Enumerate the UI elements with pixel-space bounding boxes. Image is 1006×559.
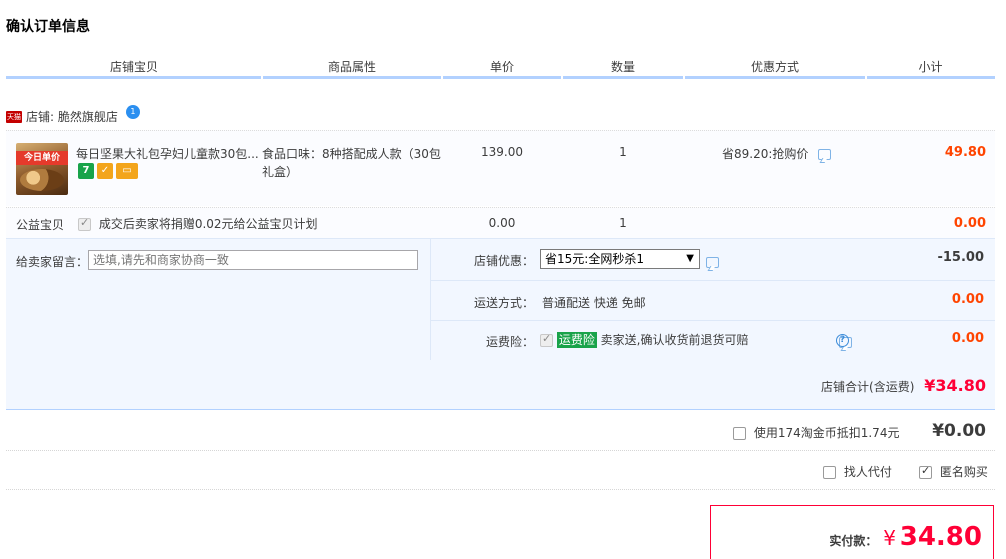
insurance-amount: 0.00 bbox=[951, 331, 984, 346]
proxy-pay-label: 找人代付 bbox=[843, 465, 892, 479]
divider bbox=[431, 280, 995, 281]
charity-quantity: 1 bbox=[619, 216, 627, 230]
insurance-label: 运费险： bbox=[486, 335, 535, 349]
shipping-method: 普通配送 快递 免邮 bbox=[542, 296, 646, 310]
item-unit-price: 139.00 bbox=[481, 145, 523, 159]
col-header-discount: 优惠方式 bbox=[750, 60, 799, 74]
seven-day-return-icon[interactable]: 7 bbox=[78, 163, 94, 179]
shop-total-label: 店铺合计(含运费) bbox=[821, 380, 915, 394]
shipping-label: 运送方式： bbox=[474, 296, 535, 310]
header-underline bbox=[6, 76, 261, 79]
proxy-pay-option[interactable]: 找人代付 bbox=[823, 463, 892, 480]
shop-total: 店铺合计(含运费) ¥34.80 bbox=[700, 376, 986, 395]
message-icon[interactable] bbox=[706, 257, 719, 268]
item-quantity: 1 bbox=[619, 145, 627, 159]
shop-discount-select[interactable]: 省15元:全网秒杀1 ▼ bbox=[540, 249, 700, 269]
product-title-link[interactable]: 每日坚果大礼包孕妇儿童款30包... bbox=[76, 145, 258, 162]
item-discount-text: 省89.20:抢购价 bbox=[722, 147, 809, 161]
header-underline bbox=[867, 76, 995, 79]
shop-discount-amount: -15.00 bbox=[937, 250, 984, 265]
col-header-attr: 商品属性 bbox=[327, 60, 376, 74]
col-header-item: 店铺宝贝 bbox=[109, 60, 158, 74]
item-subtotal: 49.80 bbox=[944, 145, 986, 160]
card-icon[interactable]: ▭ bbox=[116, 163, 138, 179]
message-label: 给卖家留言： bbox=[16, 255, 89, 269]
divider bbox=[6, 489, 995, 490]
help-icon[interactable]: ? bbox=[836, 334, 849, 347]
payment-label: 实付款： bbox=[829, 534, 878, 548]
charity-price: 0.00 bbox=[488, 216, 516, 230]
nuts-image bbox=[20, 169, 64, 191]
product-attribute: 食品口味：8种搭配成人款（30包礼盒） bbox=[262, 147, 441, 179]
message-icon[interactable] bbox=[818, 149, 832, 160]
shop-total-value: ¥34.80 bbox=[924, 376, 986, 395]
col-header-subtotal: 小计 bbox=[918, 60, 943, 74]
shop-discount-label: 店铺优惠： bbox=[474, 254, 535, 268]
charity-subtotal: 0.00 bbox=[953, 216, 986, 231]
shop-discount-selected: 省15元:全网秒杀1 bbox=[545, 252, 644, 266]
anonymous-checkbox[interactable] bbox=[919, 464, 932, 479]
thumbnail-banner-text: 今日单价 bbox=[16, 151, 68, 165]
charity-text: 成交后卖家将捐赠0.02元给公益宝贝计划 bbox=[98, 217, 318, 231]
payment-currency: ¥ bbox=[883, 526, 896, 550]
divider bbox=[431, 320, 995, 321]
coins-value: ¥0.00 bbox=[932, 421, 986, 441]
header-underline bbox=[685, 76, 865, 79]
insurance-text: 卖家送,确认收货前退货可赔 bbox=[600, 333, 749, 347]
message-input[interactable] bbox=[88, 250, 418, 270]
anonymous-label: 匿名购买 bbox=[939, 465, 988, 479]
item-discount-info: 省89.20:抢购价 bbox=[722, 145, 832, 162]
dropdown-arrow-icon: ▼ bbox=[686, 253, 694, 264]
tmall-icon: 天猫 bbox=[6, 110, 22, 123]
col-header-price: 单价 bbox=[489, 60, 514, 74]
payment-value: 34.80 bbox=[899, 522, 982, 552]
col-header-qty: 数量 bbox=[610, 60, 635, 74]
header-underline bbox=[443, 76, 561, 79]
shipping-amount: 0.00 bbox=[951, 292, 984, 307]
header-underline bbox=[563, 76, 683, 79]
insurance-checkbox bbox=[540, 332, 553, 347]
proxy-pay-checkbox[interactable] bbox=[823, 466, 836, 479]
insurance-info: 运费险 卖家送,确认收货前退货可赔 bbox=[540, 331, 749, 348]
charity-info: 成交后卖家将捐赠0.02元给公益宝贝计划 bbox=[78, 215, 318, 232]
header-underline bbox=[263, 76, 441, 79]
guarantee-icon[interactable]: ✓ bbox=[97, 163, 113, 179]
shop-name-link[interactable]: 店铺: 脆然旗舰店 bbox=[26, 108, 118, 125]
wangwang-chat-icon[interactable]: 1 bbox=[125, 104, 140, 119]
coins-checkbox[interactable] bbox=[733, 427, 746, 440]
service-icons: 7 ✓ ▭ bbox=[78, 163, 138, 179]
shop-row: 天猫 店铺: 脆然旗舰店 1 bbox=[6, 104, 140, 125]
charity-label: 公益宝贝 bbox=[16, 218, 65, 232]
page-title: 确认订单信息 bbox=[6, 19, 90, 35]
payment-total: 实付款： ¥ 34.80 bbox=[720, 522, 982, 552]
coins-text: 使用174淘金币抵扣1.74元 bbox=[753, 426, 900, 440]
coins-option[interactable]: 使用174淘金币抵扣1.74元 bbox=[733, 424, 899, 441]
product-thumbnail[interactable]: 今日单价 bbox=[16, 143, 68, 195]
insurance-tag: 运费险 bbox=[556, 332, 597, 348]
anonymous-option[interactable]: 匿名购买 bbox=[919, 463, 988, 480]
charity-checkbox bbox=[78, 216, 91, 231]
order-item-row bbox=[6, 130, 995, 206]
divider bbox=[6, 450, 995, 451]
